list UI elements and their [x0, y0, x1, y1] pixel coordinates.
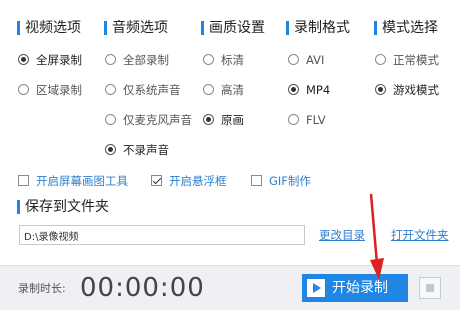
radio-fullscreen-record[interactable]: 全屏录制 — [18, 52, 82, 68]
option-label: AVI — [306, 53, 325, 67]
change-directory-link[interactable]: 更改目录 — [319, 228, 365, 242]
quality-settings-title: 画质设置 — [201, 19, 265, 37]
checkbox-label: 开启屏幕画图工具 — [36, 174, 128, 188]
radio-mode-normal[interactable]: 正常模式 — [375, 52, 439, 68]
option-label: 全屏录制 — [36, 53, 82, 67]
radio-circle-icon — [105, 114, 116, 125]
checkbox-label: 开启悬浮框 — [169, 174, 227, 188]
radio-quality-sd[interactable]: 标清 — [203, 52, 244, 68]
radio-audio-record-all[interactable]: 全部录制 — [105, 52, 169, 68]
radio-circle-icon — [375, 84, 386, 95]
option-label: 区域录制 — [36, 83, 82, 97]
start-record-button[interactable]: 开始录制 — [302, 274, 408, 302]
radio-circle-icon — [288, 84, 299, 95]
stop-icon[interactable] — [419, 277, 441, 299]
duration-label: 录制时长: — [18, 282, 66, 295]
option-label: 原画 — [221, 113, 244, 127]
option-label: FLV — [306, 113, 326, 127]
save-folder-title: 保存到文件夹 — [17, 198, 109, 216]
audio-options-title: 音频选项 — [104, 19, 168, 37]
option-label: MP4 — [306, 83, 331, 97]
checkbox-label: GIF制作 — [269, 174, 311, 188]
mode-select-title: 模式选择 — [374, 19, 438, 37]
radio-circle-icon — [288, 54, 299, 65]
save-path-input[interactable] — [19, 225, 305, 245]
radio-circle-icon — [288, 114, 299, 125]
radio-format-avi[interactable]: AVI — [288, 52, 324, 68]
radio-area-record[interactable]: 区域录制 — [18, 82, 82, 98]
option-label: 正常模式 — [393, 53, 439, 67]
radio-format-flv[interactable]: FLV — [288, 112, 326, 128]
record-format-title: 录制格式 — [286, 19, 350, 37]
checkbox-square-icon — [151, 175, 162, 186]
radio-audio-none[interactable]: 不录声音 — [105, 142, 169, 158]
radio-circle-icon — [375, 54, 386, 65]
radio-circle-icon — [105, 84, 116, 95]
start-record-label: 开始录制 — [332, 280, 388, 296]
play-icon — [307, 279, 325, 297]
radio-circle-icon — [18, 84, 29, 95]
radio-quality-hd[interactable]: 高清 — [203, 82, 244, 98]
checkbox-floating-window[interactable]: 开启悬浮框 — [151, 173, 227, 189]
option-label: 仅系统声音 — [123, 83, 181, 97]
checkbox-screen-draw-tool[interactable]: 开启屏幕画图工具 — [18, 173, 128, 189]
option-label: 游戏模式 — [393, 83, 439, 97]
checkbox-square-icon — [18, 175, 29, 186]
radio-circle-icon — [203, 84, 214, 95]
radio-circle-icon — [105, 54, 116, 65]
duration-value: 00:00:00 — [80, 273, 205, 303]
bottom-bar: 录制时长: 00:00:00 开始录制 — [0, 265, 460, 310]
option-label: 标清 — [221, 53, 244, 67]
radio-audio-mic-only[interactable]: 仅麦克风声音 — [105, 112, 192, 128]
radio-quality-original[interactable]: 原画 — [203, 112, 244, 128]
radio-mode-game[interactable]: 游戏模式 — [375, 82, 439, 98]
radio-circle-icon — [203, 54, 214, 65]
checkbox-square-icon — [251, 175, 262, 186]
option-label: 全部录制 — [123, 53, 169, 67]
radio-audio-system-only[interactable]: 仅系统声音 — [105, 82, 181, 98]
option-label: 不录声音 — [123, 143, 169, 157]
radio-circle-icon — [203, 114, 214, 125]
checkbox-gif-make[interactable]: GIF制作 — [251, 173, 311, 189]
radio-circle-icon — [18, 54, 29, 65]
option-label: 高清 — [221, 83, 244, 97]
option-label: 仅麦克风声音 — [123, 113, 192, 127]
open-folder-link[interactable]: 打开文件夹 — [391, 228, 449, 242]
radio-format-mp4[interactable]: MP4 — [288, 82, 330, 98]
radio-circle-icon — [105, 144, 116, 155]
video-options-title: 视频选项 — [17, 19, 81, 37]
